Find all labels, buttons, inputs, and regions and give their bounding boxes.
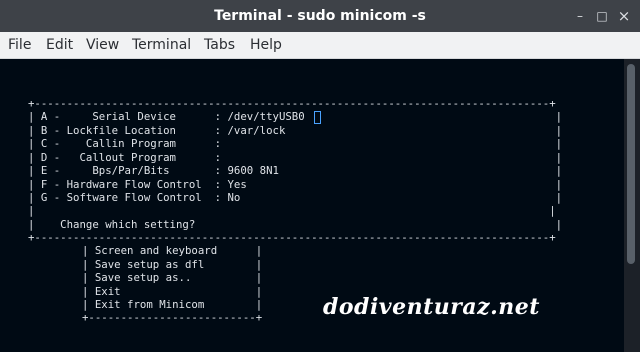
menu-bar: File Edit View Terminal Tabs Help: [0, 32, 640, 59]
menu-view[interactable]: View: [86, 32, 119, 58]
config-row-sw-flow: | G - Software Flow Control : No |: [28, 191, 563, 204]
config-row-callin: | C - Callin Program : |: [28, 137, 563, 150]
config-row-callout: | D - Callout Program : |: [28, 151, 563, 164]
config-row-lockfile: | B - Lockfile Location : /var/lock |: [28, 124, 563, 137]
menu-row-save-as[interactable]: | Save setup as.. |: [82, 271, 262, 284]
maximize-icon[interactable]: □: [594, 8, 610, 24]
watermark: dodiventuraz.net: [323, 294, 540, 320]
config-row-bps: | E - Bps/Par/Bits : 9600 8N1 |: [28, 164, 563, 177]
config-row-hw-flow: | F - Hardware Flow Control : Yes |: [28, 178, 563, 191]
minimize-icon[interactable]: –: [572, 8, 588, 24]
menu-row-exit[interactable]: | Exit |: [82, 285, 262, 298]
menu-tabs[interactable]: Tabs: [204, 32, 235, 58]
config-row-serial-device: | A - Serial Device : /dev/ttyUSB0 |: [28, 110, 563, 123]
menu-edit[interactable]: Edit: [46, 32, 73, 58]
menu-terminal[interactable]: Terminal: [132, 32, 191, 58]
scrollbar-thumb[interactable]: [627, 64, 635, 264]
terminal-cursor: [314, 111, 321, 124]
menu-row-screen-keyboard[interactable]: | Screen and keyboard |: [82, 244, 262, 257]
config-box-bottom-border: +---------------------------------------…: [28, 231, 556, 244]
menu-help[interactable]: Help: [250, 32, 282, 58]
menu-file[interactable]: File: [8, 32, 31, 58]
close-icon[interactable]: ×: [616, 8, 632, 24]
config-row-blank: | |: [28, 204, 556, 217]
menu-row-save-dfl[interactable]: | Save setup as dfl |: [82, 258, 262, 271]
window-title: Terminal - sudo minicom -s: [214, 8, 426, 24]
window-titlebar: Terminal - sudo minicom -s – □ ×: [0, 0, 640, 32]
menu-box-bottom-border: +--------------------------+: [82, 311, 263, 324]
config-prompt: | Change which setting? |: [28, 218, 563, 231]
menu-row-exit-minicom[interactable]: | Exit from Minicom |: [82, 298, 262, 311]
config-box-top-border: +---------------------------------------…: [28, 97, 556, 110]
